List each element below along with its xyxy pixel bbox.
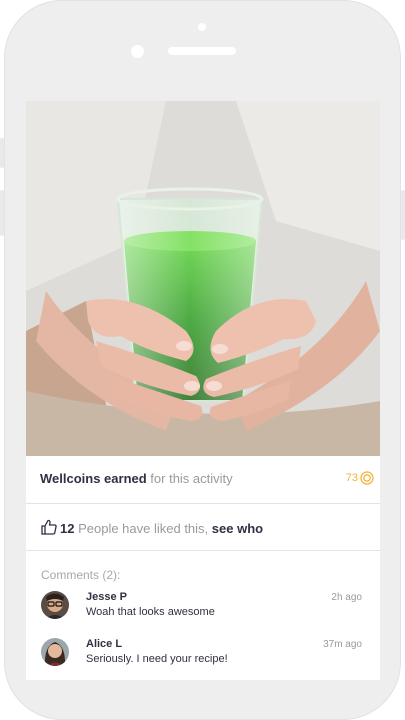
comment-author: Jesse P: [86, 591, 127, 603]
phone-side-button: [0, 138, 4, 168]
see-who-link[interactable]: see who: [212, 521, 263, 536]
comment-text: Seriously. I need your recipe!: [86, 653, 228, 665]
likes-summary: 12 People have liked this, see who: [60, 521, 263, 536]
phone-side-button: [0, 190, 4, 236]
speaker-grille: [168, 47, 236, 55]
activity-photo: [26, 101, 380, 456]
avatar-jesse: [41, 591, 69, 619]
wellcoins-count: 73: [345, 472, 358, 484]
screen: Wellcoins earned for this activity 73 12…: [26, 101, 380, 680]
front-camera: [131, 45, 144, 58]
front-sensor: [198, 23, 206, 31]
comment-text: Woah that looks awesome: [86, 606, 215, 618]
wellcoins-row: Wellcoins earned for this activity 73: [26, 456, 380, 504]
comment-time: 2h ago: [331, 592, 362, 603]
wellcoins-label-rest: for this activity: [146, 471, 233, 486]
likes-row: 12 People have liked this, see who: [26, 504, 380, 551]
avatar[interactable]: [41, 591, 69, 619]
comment-time: 37m ago: [323, 639, 362, 650]
comment-item: Jesse P Woah that looks awesome 2h ago: [26, 591, 380, 631]
comment-item: Alice L Seriously. I need your recipe! 3…: [26, 638, 380, 678]
wellcoins-label: Wellcoins earned for this activity: [40, 471, 233, 486]
phone-frame: Wellcoins earned for this activity 73 12…: [0, 0, 405, 720]
comment-author: Alice L: [86, 638, 123, 650]
likes-count: 12: [60, 521, 75, 536]
phone-side-button: [401, 190, 405, 240]
likes-text: People have liked this,: [74, 521, 212, 536]
activity-photo-illustration: [26, 101, 380, 456]
wellcoins-label-strong: Wellcoins earned: [40, 471, 147, 486]
avatar[interactable]: [41, 638, 69, 666]
avatar-alice: [41, 638, 69, 666]
thumbs-up-icon[interactable]: [41, 519, 57, 535]
comments-label: Comments (2):: [41, 568, 121, 582]
coin-icon: [360, 471, 374, 485]
